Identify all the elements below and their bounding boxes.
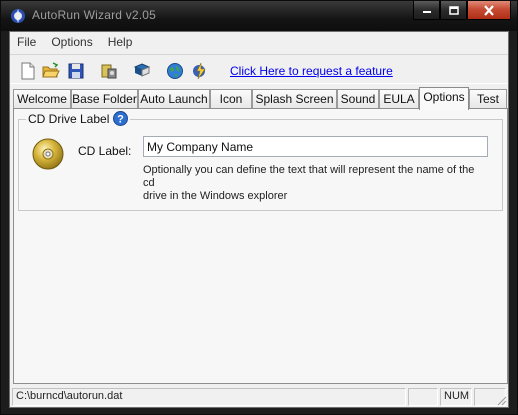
open-folder-icon[interactable] bbox=[42, 62, 60, 80]
new-icon[interactable] bbox=[19, 62, 37, 80]
tab-splash-screen[interactable]: Splash Screen bbox=[252, 89, 337, 109]
tab-icon[interactable]: Icon bbox=[210, 89, 252, 109]
app-window: AutoRun Wizard v2.05 File Options Help C… bbox=[0, 0, 518, 415]
status-bar: C:\burncd\autorun.dat NUM bbox=[10, 386, 508, 407]
menu-options[interactable]: Options bbox=[44, 35, 100, 49]
toolbar: Click Here to request a feature bbox=[10, 54, 508, 84]
client-area: File Options Help Click Here to request … bbox=[9, 31, 509, 408]
group-legend: CD Drive Label ? bbox=[26, 111, 131, 126]
tab-strip: Welcome Base Folder Auto Launch Icon Spl… bbox=[13, 87, 508, 110]
menu-file[interactable]: File bbox=[10, 35, 44, 49]
cd-label-help-text: Optionally you can define the text that … bbox=[143, 164, 488, 203]
autorun-app-icon bbox=[11, 9, 25, 23]
save-icon[interactable] bbox=[67, 62, 85, 80]
book-icon[interactable] bbox=[133, 62, 151, 80]
lightning-icon[interactable] bbox=[191, 62, 209, 80]
cd-disc-icon bbox=[32, 138, 64, 170]
help-line-2: drive in the Windows explorer bbox=[143, 190, 288, 202]
window-title: AutoRun Wizard v2.05 bbox=[32, 8, 157, 22]
request-feature-link[interactable]: Click Here to request a feature bbox=[230, 64, 393, 78]
tab-auto-launch[interactable]: Auto Launch bbox=[138, 89, 210, 109]
group-title: CD Drive Label bbox=[28, 111, 110, 126]
status-file-path: C:\burncd\autorun.dat bbox=[12, 388, 406, 406]
minimize-button[interactable] bbox=[413, 1, 440, 20]
tab-test[interactable]: Test bbox=[469, 89, 507, 109]
caption-buttons bbox=[413, 1, 511, 21]
title-bar[interactable]: AutoRun Wizard v2.05 bbox=[1, 1, 517, 31]
status-pane-empty bbox=[408, 388, 438, 406]
menu-help[interactable]: Help bbox=[101, 35, 141, 49]
tab-sound[interactable]: Sound bbox=[337, 89, 379, 109]
tab-base-folder[interactable]: Base Folder bbox=[71, 89, 138, 109]
tab-welcome[interactable]: Welcome bbox=[13, 89, 71, 109]
cd-label-caption: CD Label: bbox=[78, 144, 132, 158]
help-icon[interactable]: ? bbox=[113, 111, 129, 126]
tab-eula[interactable]: EULA bbox=[379, 89, 419, 109]
cd-drive-label-group: CD Drive Label ? CD Label: My Company Na… bbox=[18, 111, 503, 211]
close-button[interactable] bbox=[467, 1, 511, 20]
options-tab-panel: CD Drive Label ? CD Label: My Company Na… bbox=[13, 108, 508, 384]
status-num-lock: NUM bbox=[440, 388, 472, 406]
menu-bar: File Options Help bbox=[10, 32, 508, 52]
minimize-icon bbox=[422, 11, 431, 13]
close-icon bbox=[484, 4, 494, 16]
build-icon[interactable] bbox=[100, 62, 118, 80]
maximize-button[interactable] bbox=[440, 1, 467, 20]
globe-icon[interactable] bbox=[166, 62, 184, 80]
resize-grip-icon[interactable] bbox=[495, 394, 507, 406]
cd-label-input[interactable] bbox=[143, 136, 488, 157]
help-line-1: Optionally you can define the text that … bbox=[143, 164, 475, 189]
svg-text:?: ? bbox=[118, 114, 125, 126]
tab-options[interactable]: Options bbox=[419, 87, 469, 110]
maximize-icon bbox=[448, 5, 459, 15]
